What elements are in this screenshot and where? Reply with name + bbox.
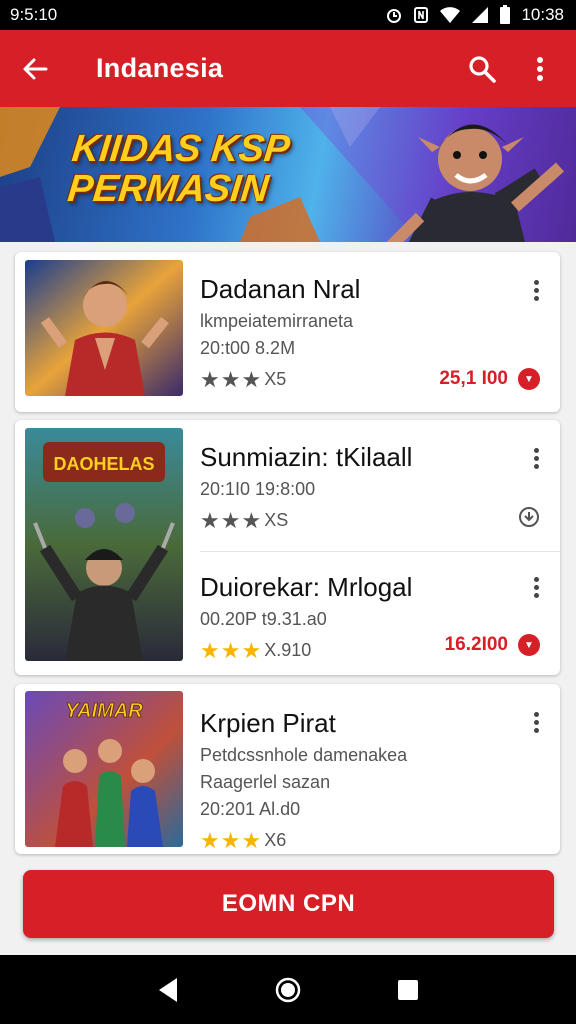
install-button[interactable] — [518, 506, 540, 528]
divider — [200, 551, 560, 552]
banner-headline: KIIDAS KSP PERMASIN — [65, 128, 292, 210]
page-title: Indanesia — [96, 53, 224, 83]
nav-home-icon[interactable] — [274, 976, 302, 1004]
thumbnail-logo-text: DAOHELAS — [53, 454, 154, 474]
status-time: 9:5:10 — [10, 5, 58, 24]
star-icon: ★ — [241, 507, 262, 533]
game-meta: 00.20P t9.31.a0 — [200, 609, 327, 629]
star-icon: ★ — [220, 637, 241, 663]
game-meta: 20:t00 8.2M — [200, 338, 296, 358]
search-button[interactable] — [460, 44, 504, 94]
price-text: 25,1 I00 — [439, 368, 508, 389]
app-bar: Indanesia — [0, 30, 576, 107]
rating-text: X.910 — [264, 640, 312, 660]
star-icon: ★ — [241, 637, 262, 663]
promo-banner[interactable]: KIIDAS KSP PERMASIN — [0, 107, 576, 242]
star-icon: ★ — [241, 827, 262, 853]
item-menu-button[interactable] — [526, 444, 546, 472]
game-meta: 20:1I0 19:8:00 — [200, 479, 316, 499]
game-thumbnail — [25, 260, 183, 396]
status-icons: 10:38 — [385, 5, 564, 25]
download-icon: ▼ — [518, 368, 540, 390]
nav-back-icon[interactable] — [157, 977, 179, 1003]
banner-headline-line1: KIIDAS KSP — [69, 128, 292, 170]
game-subtitle: Petdcssnhole damenakea — [200, 745, 408, 765]
game-card[interactable]: YAIMAR Krpien Pirat Petdcssnhole damenak… — [15, 684, 560, 854]
primary-action-button[interactable]: EOMN CPN — [23, 870, 554, 938]
arrow-left-icon — [23, 58, 48, 79]
star-icon: ★ — [200, 827, 220, 853]
game-card[interactable]: DAOHELAS Sunmiazin: tKilaall 20:1I0 19:8… — [15, 420, 560, 675]
status-clock: 10:38 — [521, 5, 564, 24]
overflow-menu-button[interactable] — [518, 44, 562, 94]
game-title: Dadanan Nral — [200, 274, 361, 304]
back-button[interactable] — [10, 44, 60, 94]
more-vert-icon — [537, 56, 543, 81]
list-item[interactable]: Sunmiazin: tKilaall 20:1I0 19:8:00 ★ ★ ★… — [200, 442, 545, 531]
search-icon — [469, 55, 496, 83]
star-icon: ★ — [200, 637, 220, 663]
game-meta: 20:201 Al.d0 — [200, 799, 301, 819]
game-subtitle: Raagerlel sazan — [200, 772, 331, 792]
item-menu-button[interactable] — [526, 276, 546, 304]
more-vert-icon — [533, 279, 539, 285]
thumbnail-logo-text: YAIMAR — [65, 700, 143, 722]
game-title: Krpien Pirat — [200, 708, 336, 738]
star-rating: ★ ★ ★ XS — [200, 507, 545, 533]
system-nav-bar — [0, 955, 576, 1024]
star-icon: ★ — [241, 366, 262, 392]
rating-text: X6 — [264, 830, 287, 850]
more-vert-icon — [533, 711, 539, 717]
star-rating: ★ ★ ★ X6 — [200, 827, 545, 853]
rating-text: X5 — [264, 369, 287, 389]
star-icon: ★ — [220, 366, 241, 392]
game-title: Duiorekar: Mrlogal — [200, 572, 413, 602]
price-text: 16.2I00 — [444, 634, 508, 655]
game-thumbnail: DAOHELAS — [25, 428, 183, 661]
nav-recents-icon[interactable] — [397, 979, 419, 1001]
download-icon: ▼ — [518, 634, 540, 656]
game-price[interactable]: 16.2I00 ▼ — [445, 634, 540, 656]
item-menu-button[interactable] — [526, 573, 546, 601]
star-icon: ★ — [220, 827, 241, 853]
list-item[interactable]: Krpien Pirat Petdcssnhole damenakea Raag… — [200, 708, 545, 851]
signal-icon — [472, 7, 489, 23]
wifi-icon — [440, 7, 461, 23]
star-icon: ★ — [200, 366, 220, 392]
game-thumbnail: YAIMAR — [25, 691, 183, 847]
star-icon: ★ — [220, 507, 241, 533]
rating-text: XS — [264, 510, 289, 530]
game-subtitle: lkmpeiatemirraneta — [200, 311, 354, 331]
game-title: Sunmiazin: tKilaall — [200, 442, 413, 472]
banner-headline-line2: PERMASIN — [65, 168, 271, 210]
more-vert-icon — [533, 447, 539, 453]
more-vert-icon — [533, 576, 539, 582]
status-bar: 9:5:10 10:38 — [0, 0, 576, 30]
game-card[interactable]: Dadanan Nral lkmpeiatemirraneta 20:t00 8… — [15, 252, 560, 412]
item-menu-button[interactable] — [526, 708, 546, 736]
star-icon: ★ — [200, 507, 220, 533]
game-price[interactable]: 25,1 I00 ▼ — [439, 368, 540, 390]
nfc-icon — [414, 7, 429, 23]
alarm-icon — [387, 9, 402, 23]
download-outline-icon — [519, 507, 539, 527]
battery-icon — [500, 5, 511, 24]
